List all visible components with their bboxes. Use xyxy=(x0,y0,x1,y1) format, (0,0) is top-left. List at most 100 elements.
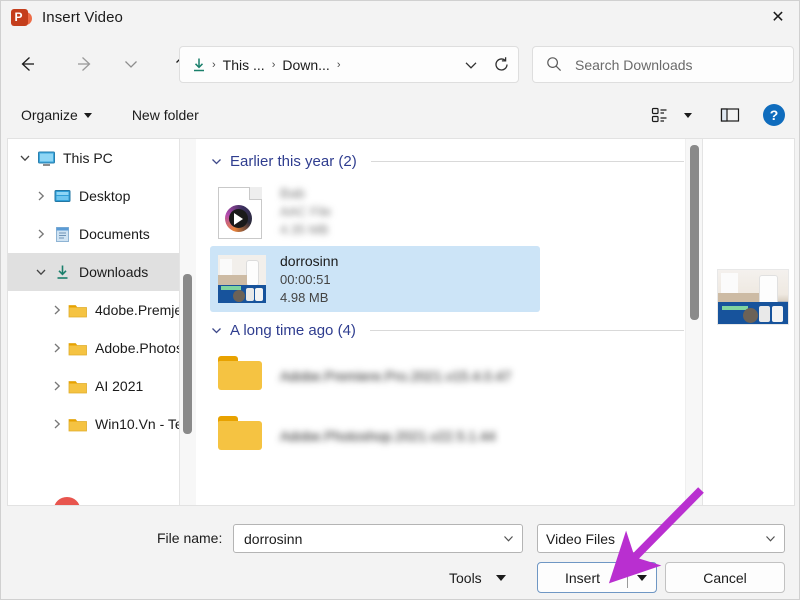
file-type-value: Video Files xyxy=(546,530,616,547)
sidebar-item-label: Desktop xyxy=(79,188,131,204)
sidebar-item-partial-icon xyxy=(54,497,80,505)
new-folder-label: New folder xyxy=(131,107,199,123)
file-row[interactable]: dorrosinn 00:00:51 4.98 MB xyxy=(210,246,540,312)
file-size: 4.98 MB xyxy=(280,290,329,305)
tools-button[interactable]: Tools xyxy=(443,563,512,593)
file-meta: Adobe.Photoshop.2021.v22.5.1.44 xyxy=(280,428,496,445)
file-type: AAC File xyxy=(280,204,332,219)
view-options-caret[interactable] xyxy=(677,98,699,132)
insert-button[interactable]: Insert xyxy=(538,563,627,592)
folder-icon xyxy=(68,300,88,320)
chevron-down-icon[interactable] xyxy=(760,531,780,546)
sidebar-item-label: Downloads xyxy=(79,264,149,280)
search-input[interactable] xyxy=(573,55,773,74)
cancel-button[interactable]: Cancel xyxy=(665,562,785,593)
file-name: Adobe.Premiere.Pro.2021.v15.4.0.47 xyxy=(280,367,512,384)
chevron-right-icon[interactable] xyxy=(46,299,68,321)
insert-dropdown-button[interactable] xyxy=(628,563,656,592)
media-file-icon xyxy=(218,187,266,239)
sidebar-item-downloads[interactable]: Downloads xyxy=(8,253,179,291)
organize-button[interactable]: Organize xyxy=(11,101,102,129)
file-name-combobox[interactable] xyxy=(233,524,523,553)
address-history-chevron-down-icon[interactable] xyxy=(456,48,486,81)
folder-icon xyxy=(68,376,88,396)
chevron-right-icon[interactable] xyxy=(46,337,68,359)
chevron-right-icon[interactable] xyxy=(46,375,68,397)
sidebar-item-desktop[interactable]: Desktop xyxy=(8,177,179,215)
help-button[interactable]: ? xyxy=(757,98,791,132)
recent-locations-button[interactable] xyxy=(113,47,149,81)
sidebar-item-label: Documents xyxy=(79,226,150,242)
file-name: Adobe.Photoshop.2021.v22.5.1.44 xyxy=(280,427,496,444)
folder-icon xyxy=(218,416,266,456)
sidebar-item-documents[interactable]: Documents xyxy=(8,215,179,253)
chevron-down-icon[interactable] xyxy=(14,147,36,169)
file-row[interactable]: Bab AAC File 4.35 MB xyxy=(210,178,694,244)
tools-label: Tools xyxy=(449,570,482,586)
group-header-a-long-time-ago[interactable]: A long time ago (4) xyxy=(196,314,702,345)
chevron-down-icon[interactable] xyxy=(498,531,518,546)
new-folder-button[interactable]: New folder xyxy=(122,101,209,129)
window-title: Insert Video xyxy=(42,9,123,26)
file-list-scrollbar[interactable] xyxy=(685,139,702,505)
folder-icon xyxy=(68,414,88,434)
sidebar-item-label: AI 2021 xyxy=(95,378,144,394)
title-bar: P Insert Video ✕ xyxy=(1,1,799,34)
sidebar-item-adobe-photos[interactable]: Adobe.Photos xyxy=(8,329,179,367)
group-rule xyxy=(369,330,684,331)
file-name: Bab xyxy=(280,185,305,201)
chevron-down-icon[interactable] xyxy=(210,324,224,337)
file-row[interactable]: Adobe.Photoshop.2021.v22.5.1.44 xyxy=(210,407,694,465)
chevron-right-icon[interactable] xyxy=(46,413,68,435)
file-list: Earlier this year (2) Bab AAC File 4.35 … xyxy=(196,139,702,505)
sidebar-item-ai-2021[interactable]: AI 2021 xyxy=(8,367,179,405)
breadcrumb-separator-1: › xyxy=(271,58,276,71)
chevron-down-icon xyxy=(83,112,92,118)
command-bar-right: ? xyxy=(643,94,791,136)
sidebar-item-label: Adobe.Photos xyxy=(95,340,179,356)
dialog-body: This PC Desktop Documents Downloads 4dob… xyxy=(7,138,795,506)
forward-button[interactable] xyxy=(67,47,103,81)
group-header-earlier-this-year[interactable]: Earlier this year (2) xyxy=(196,139,702,176)
chevron-down-icon[interactable] xyxy=(210,155,224,168)
file-name-input[interactable] xyxy=(242,529,498,548)
chevron-right-icon[interactable] xyxy=(30,185,52,207)
command-bar: Organize New folder ? xyxy=(1,94,799,136)
video-thumbnail xyxy=(218,255,266,303)
refresh-icon[interactable] xyxy=(486,48,516,81)
sidebar-item-this-pc[interactable]: This PC xyxy=(8,139,179,177)
file-row[interactable]: Adobe.Premiere.Pro.2021.v15.4.0.47 xyxy=(210,347,694,405)
insert-video-dialog: P Insert Video ✕ › This ... › Down... › … xyxy=(0,0,800,600)
breadcrumb-this-pc[interactable]: This ... xyxy=(218,55,270,75)
view-list-icon[interactable] xyxy=(643,98,677,132)
group-title: Earlier this year (2) xyxy=(230,153,357,170)
file-list-scrollbar-thumb[interactable] xyxy=(690,145,699,320)
chevron-right-icon[interactable] xyxy=(30,223,52,245)
preview-pane-icon[interactable] xyxy=(713,98,747,132)
file-meta: dorrosinn 00:00:51 4.98 MB xyxy=(280,253,338,305)
sidebar-item-win10-vn[interactable]: Win10.Vn - Te xyxy=(8,405,179,443)
address-bar[interactable]: › This ... › Down... › xyxy=(179,46,519,83)
navigation-tree: This PC Desktop Documents Downloads 4dob… xyxy=(8,139,179,505)
file-duration: 00:00:51 xyxy=(280,272,331,287)
breadcrumb-separator-2[interactable]: › xyxy=(335,59,343,71)
sidebar-scrollbar[interactable] xyxy=(180,139,196,505)
search-box[interactable] xyxy=(532,46,794,83)
sidebar-item-4dobe-premje[interactable]: 4dobe.Premje xyxy=(8,291,179,329)
insert-split-button[interactable]: Insert xyxy=(537,562,657,593)
file-name: dorrosinn xyxy=(280,253,339,269)
sidebar-item-label: This PC xyxy=(63,150,113,166)
close-icon[interactable]: ✕ xyxy=(755,1,799,33)
video-preview-thumbnail xyxy=(717,269,789,325)
group-title: A long time ago (4) xyxy=(230,322,356,339)
back-button[interactable] xyxy=(9,47,45,81)
chevron-down-icon[interactable] xyxy=(30,261,52,283)
preview-pane xyxy=(702,139,794,505)
breadcrumb-downloads[interactable]: Down... xyxy=(277,55,334,75)
powerpoint-icon: P xyxy=(11,7,33,29)
group-rule xyxy=(370,161,684,162)
chevron-down-icon xyxy=(495,575,506,581)
file-name-label: File name: xyxy=(157,530,223,546)
sidebar-scrollbar-thumb[interactable] xyxy=(183,274,192,434)
file-type-combobox[interactable]: Video Files xyxy=(537,524,785,553)
